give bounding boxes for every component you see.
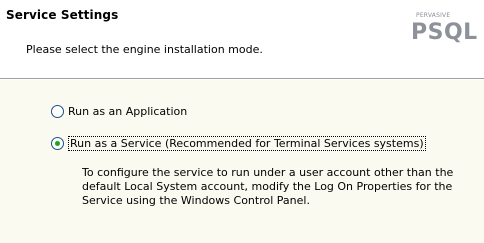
service-description: To configure the service to run under a … bbox=[82, 166, 484, 208]
description-line: To configure the service to run under a … bbox=[82, 166, 454, 179]
logo-brand-small: PERVASIVE bbox=[416, 12, 451, 19]
run-as-application-label[interactable]: Run as an Application bbox=[68, 105, 187, 118]
header-panel: Service Settings Please select the engin… bbox=[0, 0, 484, 78]
logo-brand-big: PSQL bbox=[411, 20, 478, 45]
page-subtitle: Please select the engine installation mo… bbox=[26, 43, 263, 56]
page-title: Service Settings bbox=[6, 8, 119, 22]
pervasive-psql-logo: PERVASIVE PSQL bbox=[405, 6, 484, 52]
radio-button-application[interactable] bbox=[51, 105, 64, 118]
description-line: Service using the Windows Control Panel. bbox=[82, 194, 310, 207]
run-as-service-label[interactable]: Run as a Service (Recommended for Termin… bbox=[68, 136, 426, 151]
description-line: default Local System account, modify the… bbox=[82, 180, 453, 193]
run-as-service-option[interactable]: Run as a Service (Recommended for Termin… bbox=[51, 136, 426, 151]
run-as-application-option[interactable]: Run as an Application bbox=[51, 105, 187, 118]
radio-button-service[interactable] bbox=[51, 137, 64, 150]
